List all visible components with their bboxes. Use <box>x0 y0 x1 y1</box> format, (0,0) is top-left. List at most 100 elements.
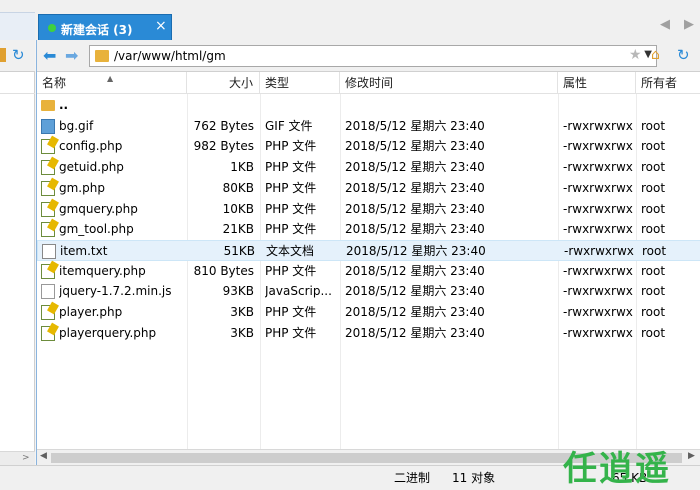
folder-icon <box>95 50 109 62</box>
file-modified: 2018/5/12 星期六 23:40 <box>345 326 485 340</box>
table-row[interactable]: config.php 982 Bytes PHP 文件 2018/5/12 星期六 2… <box>37 136 700 157</box>
left-horizontal-scrollbar[interactable]: > <box>0 451 35 465</box>
address-path[interactable]: /var/www/html/gm <box>114 49 226 63</box>
file-attributes: -rwxrwxrwx <box>563 202 633 216</box>
path-toolbar: ⬅ ➡ /var/www/html/gm ▼ ★ ⌂ ↻ <box>37 40 700 72</box>
file-owner: root <box>641 326 666 340</box>
file-owner <box>641 95 699 116</box>
file-name: gmquery.php <box>59 202 138 216</box>
file-modified: 2018/5/12 星期六 23:40 <box>346 244 486 258</box>
php-file-icon <box>41 305 55 320</box>
file-size: 1KB <box>230 160 254 174</box>
file-owner: root <box>641 305 666 319</box>
php-file-icon <box>41 181 55 196</box>
file-attributes: -rwxrwxrwx <box>564 244 634 258</box>
refresh-icon[interactable]: ↻ <box>677 46 690 64</box>
file-name: player.php <box>59 305 123 319</box>
table-row[interactable]: bg.gif 762 Bytes GIF 文件 2018/5/12 星期六 23:40… <box>37 116 700 137</box>
file-name: playerquery.php <box>59 326 157 340</box>
text-file-icon <box>42 244 56 259</box>
file-type: PHP 文件 <box>265 181 317 195</box>
file-modified <box>345 95 555 116</box>
file-modified: 2018/5/12 星期六 23:40 <box>345 160 485 174</box>
table-row[interactable]: gm_tool.php 21KB PHP 文件 2018/5/12 星期六 23:40… <box>37 219 700 240</box>
file-name: bg.gif <box>59 119 94 133</box>
file-type: 文本文档 <box>266 244 315 258</box>
table-row[interactable]: gmquery.php 10KB PHP 文件 2018/5/12 星期六 23:40… <box>37 199 700 220</box>
tab-new-session[interactable]: 新建会话 (3) × <box>38 14 172 40</box>
file-owner: root <box>641 119 666 133</box>
tab-close-icon[interactable]: × <box>155 18 167 34</box>
table-row[interactable]: player.php 3KB PHP 文件 2018/5/12 星期六 23:40 -r… <box>37 302 700 323</box>
column-header: 名称 ▲ 大小 类型 修改时间 属性 所有者 <box>37 72 700 94</box>
table-row[interactable]: gm.php 80KB PHP 文件 2018/5/12 星期六 23:40 -rwxr… <box>37 178 700 199</box>
file-modified: 2018/5/12 星期六 23:40 <box>345 202 485 216</box>
file-type: PHP 文件 <box>265 326 317 340</box>
back-arrow-icon[interactable]: ⬅ <box>43 46 56 65</box>
file-type: PHP 文件 <box>265 222 317 236</box>
scroll-left-icon[interactable]: ◀ <box>40 451 47 461</box>
file-size <box>187 95 254 116</box>
transfer-mode: 二进制 <box>394 471 431 485</box>
address-bar[interactable]: /var/www/html/gm ▼ <box>89 45 657 67</box>
php-file-icon <box>41 326 55 341</box>
connected-status-icon <box>48 24 56 32</box>
file-type: PHP 文件 <box>265 139 317 153</box>
table-row[interactable]: item.txt 51KB 文本文档 2018/5/12 星期六 23:40 -rwxr… <box>37 240 700 261</box>
file-modified: 2018/5/12 星期六 23:40 <box>345 222 485 236</box>
file-type: PHP 文件 <box>265 202 317 216</box>
file-attributes: -rwxrwxrwx <box>563 326 633 340</box>
home-folder-icon[interactable]: ⌂ <box>651 47 660 63</box>
object-count: 11 对象 <box>452 471 496 485</box>
file-modified: 2018/5/12 星期六 23:40 <box>345 119 485 133</box>
file-size: 3KB <box>230 326 254 340</box>
file-owner: root <box>641 222 666 236</box>
column-type[interactable]: 类型 <box>260 72 340 94</box>
table-row[interactable]: jquery-1.7.2.min.js 93KB JavaScrip... 2018/… <box>37 281 700 302</box>
forward-arrow-icon[interactable]: ➡ <box>65 46 78 65</box>
column-size[interactable]: 大小 <box>187 72 260 94</box>
tab-scroll-left-icon[interactable]: ◀ <box>660 17 670 32</box>
file-attributes: -rwxrwxrwx <box>563 264 633 278</box>
file-type: PHP 文件 <box>265 264 317 278</box>
scroll-right-icon[interactable]: ▶ <box>688 451 695 461</box>
file-owner: root <box>641 181 666 195</box>
image-file-icon <box>41 119 55 134</box>
file-owner: root <box>641 202 666 216</box>
remote-file-pane: ⬅ ➡ /var/www/html/gm ▼ ★ ⌂ ↻ 名称 ▲ 大小 类型 … <box>36 40 700 465</box>
file-name: itemquery.php <box>59 264 146 278</box>
file-attributes: -rwxrwxrwx <box>563 305 633 319</box>
star-icon[interactable]: ★ <box>629 47 642 63</box>
table-row[interactable]: itemquery.php 810 Bytes PHP 文件 2018/5/12 星期… <box>37 261 700 282</box>
folder-icon <box>41 100 55 111</box>
left-file-pane: ↻ > <box>0 40 35 465</box>
file-owner: root <box>641 284 666 298</box>
column-owner[interactable]: 所有者 <box>636 72 700 94</box>
column-attributes[interactable]: 属性 <box>558 72 636 94</box>
php-file-icon <box>41 139 55 154</box>
column-name[interactable]: 名称 ▲ <box>37 72 187 94</box>
left-tab-strip <box>0 12 35 40</box>
php-file-icon <box>41 202 55 217</box>
tab-scroll-right-icon[interactable]: ▶ <box>684 17 694 32</box>
tab-strip: 新建会话 (3) × ◀ ▶ <box>0 0 700 40</box>
file-modified: 2018/5/12 星期六 23:40 <box>345 181 485 195</box>
file-size: 93KB <box>222 284 254 298</box>
file-name: item.txt <box>60 244 108 258</box>
file-attributes: -rwxrwxrwx <box>563 222 633 236</box>
file-attributes: -rwxrwxrwx <box>563 181 633 195</box>
table-row[interactable]: getuid.php 1KB PHP 文件 2018/5/12 星期六 23:40 -r… <box>37 157 700 178</box>
folder-icon[interactable] <box>0 48 6 62</box>
table-row[interactable]: playerquery.php 3KB PHP 文件 2018/5/12 星期六 23… <box>37 323 700 344</box>
file-name: jquery-1.7.2.min.js <box>59 284 172 298</box>
file-modified: 2018/5/12 星期六 23:40 <box>345 284 485 298</box>
file-size: 762 Bytes <box>193 119 254 133</box>
file-type: PHP 文件 <box>265 160 317 174</box>
js-file-icon <box>41 284 55 299</box>
column-modified[interactable]: 修改时间 <box>340 72 558 94</box>
table-row[interactable]: .. <box>37 95 700 116</box>
refresh-icon[interactable]: ↻ <box>12 46 25 64</box>
tab-label: 新建会话 (3) <box>61 23 133 37</box>
scroll-right-icon[interactable]: > <box>22 453 30 463</box>
file-type: JavaScrip... <box>265 284 332 298</box>
